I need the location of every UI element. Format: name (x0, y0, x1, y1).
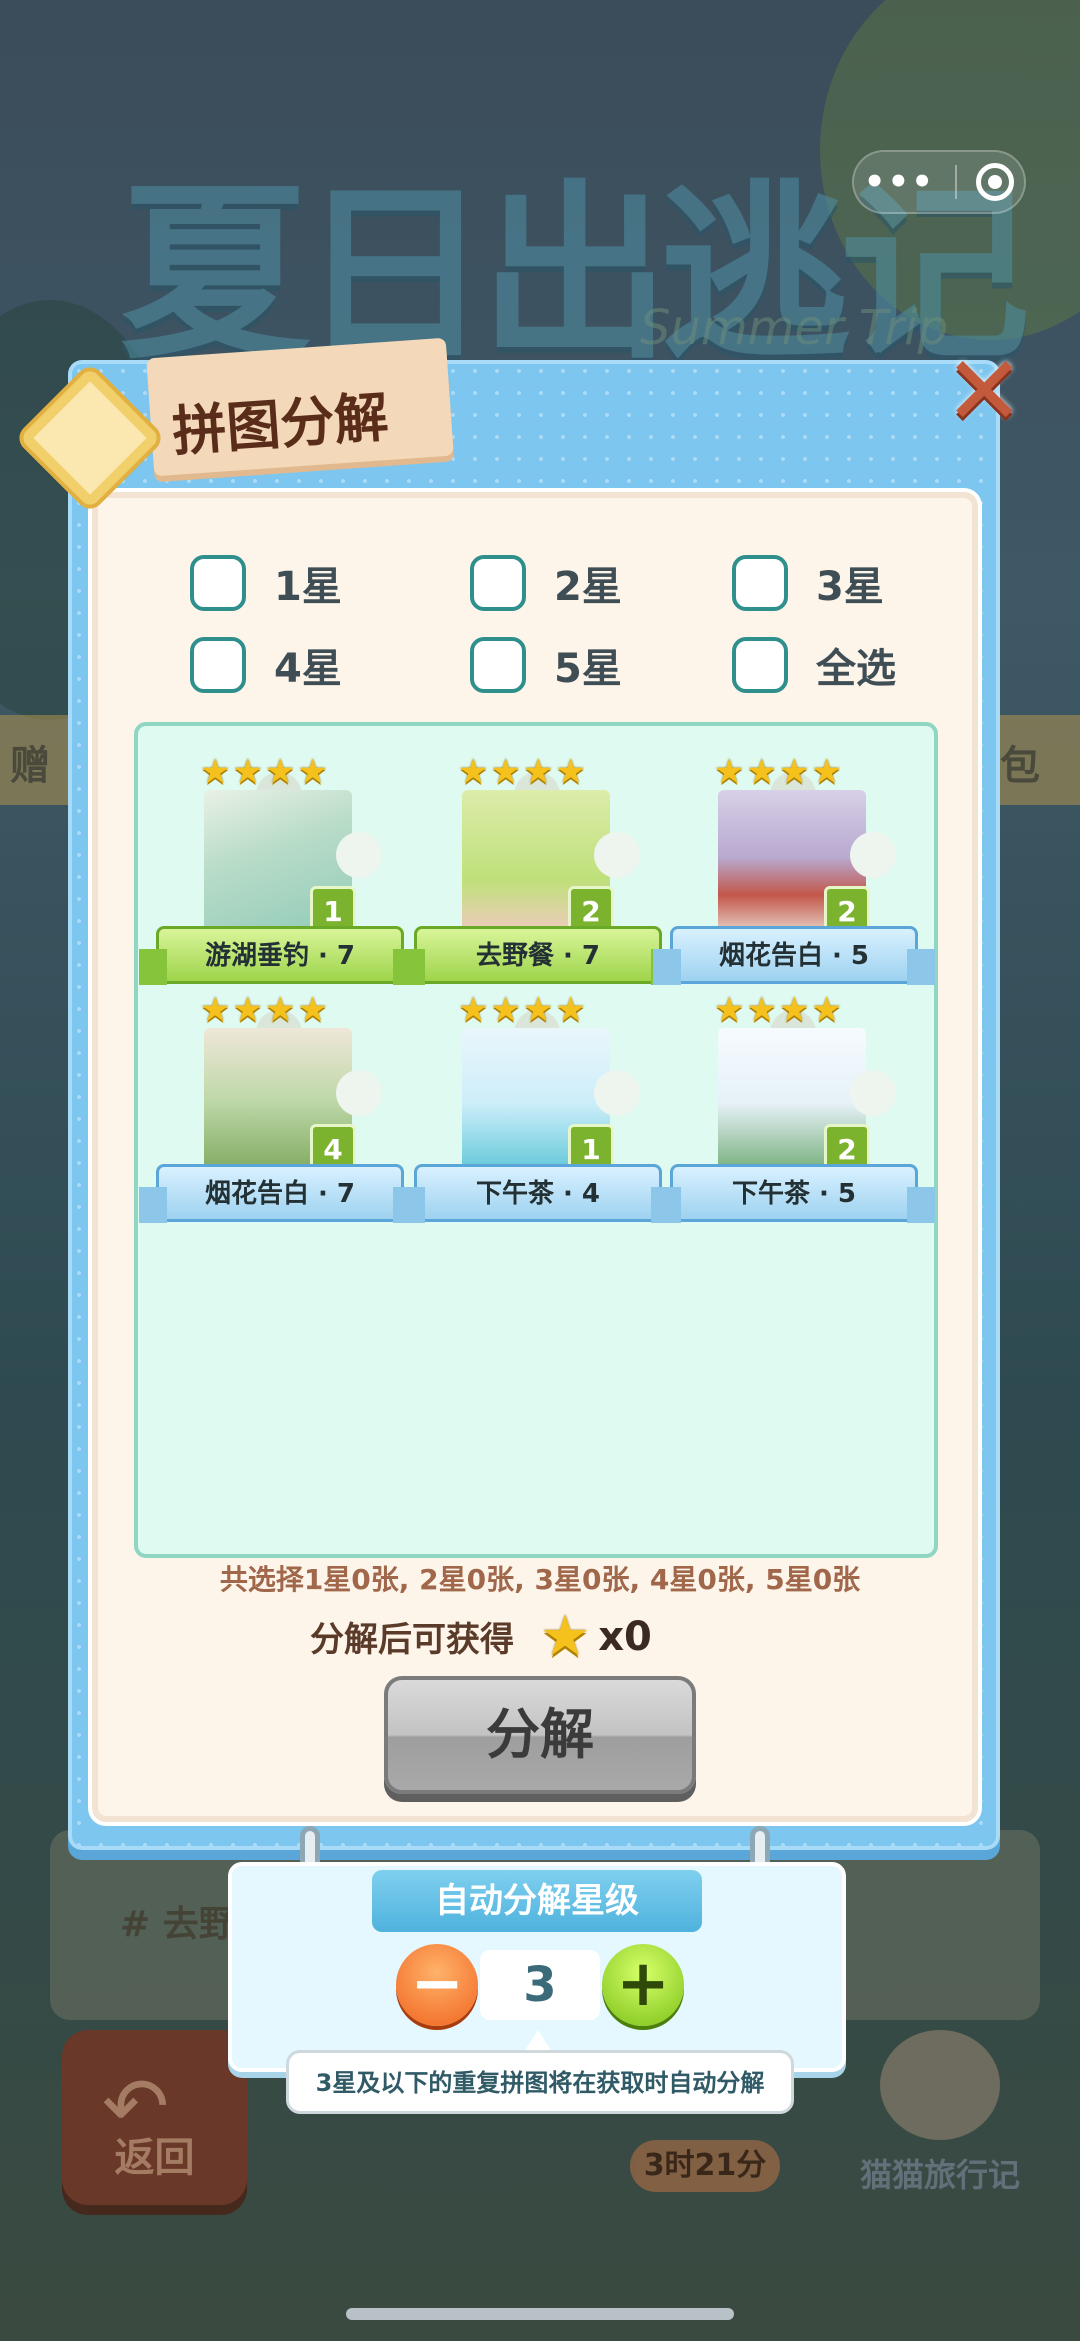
cat-travel-label: 猫猫旅行记 (860, 2156, 1021, 2194)
puzzle-card[interactable]: ★ ★ ★ ★ 2 烟花告白 · 5 (653, 752, 935, 1002)
checkbox[interactable] (732, 637, 788, 693)
filter-label: 5星 (554, 646, 622, 692)
star-icon: ★ (746, 990, 777, 1030)
filter-select-all[interactable]: 全选 (732, 634, 896, 696)
puzzle-card[interactable]: ★ ★ ★ ★ 2 去野餐 · 7 (397, 752, 679, 1002)
filter-label: 1星 (274, 564, 342, 610)
star-icon: ★ (264, 752, 296, 792)
game-subtitle-logo: Summer Trip (640, 300, 949, 356)
auto-decompose-hint: 3星及以下的重复拼图将在获取时自动分解 (286, 2050, 794, 2114)
puzzle-name-ribbon: 下午茶 · 4 (397, 1164, 679, 1223)
increase-level-button[interactable]: + (602, 1944, 684, 2026)
star-icon: ★ (297, 752, 328, 792)
star-icon: ★ (490, 752, 521, 792)
puzzle-name-ribbon: 去野餐 · 7 (397, 926, 679, 985)
dialog-title: 拼图分解 (170, 385, 391, 464)
star-icon: ★ (490, 990, 521, 1030)
star-icon: ★ (540, 1604, 591, 1669)
star-rating: ★ ★ ★ ★ (458, 990, 586, 1030)
star-icon: ★ (714, 990, 745, 1030)
puzzle-knob (594, 1070, 640, 1116)
return-button: ↶ 返回 (62, 2030, 247, 2205)
star-rating: ★ ★ ★ ★ (714, 990, 842, 1030)
star-icon: ★ (811, 990, 842, 1030)
star-icon: ★ (458, 752, 489, 792)
checkbox[interactable] (190, 637, 246, 693)
reward-label: 分解后可获得 (310, 1620, 514, 1660)
checkbox[interactable] (470, 637, 526, 693)
pack-tab: 包 (990, 715, 1080, 805)
star-icon: ★ (522, 752, 554, 792)
star-icon: ★ (555, 990, 586, 1030)
puzzle-card[interactable]: ★ ★ ★ ★ 2 下午茶 · 5 (653, 990, 935, 1240)
filter-label: 全选 (816, 646, 896, 692)
close-miniprogram-icon[interactable] (976, 163, 1015, 201)
star-icon: ★ (264, 990, 296, 1030)
puzzle-knob (336, 1070, 382, 1116)
star-icon: ★ (555, 752, 586, 792)
puzzle-name-ribbon: 游湖垂钓 · 7 (139, 926, 421, 985)
star-icon: ★ (232, 752, 263, 792)
selection-summary: 共选择1星0张, 2星0张, 3星0张, 4星0张, 5星0张 (219, 1563, 861, 1596)
tooltip-pointer (524, 2030, 552, 2052)
puzzle-knob (850, 832, 896, 878)
puzzle-name-ribbon: 下午茶 · 5 (653, 1164, 935, 1223)
capsule-divider (954, 165, 957, 199)
filter-label: 4星 (274, 646, 342, 692)
star-icon: ★ (522, 990, 554, 1030)
puzzle-card[interactable]: ★ ★ ★ ★ 1 下午茶 · 4 (397, 990, 679, 1240)
reward-row: 分解后可获得 ★ x0 (310, 1604, 652, 1669)
filter-label: 3星 (816, 564, 884, 610)
star-icon: ★ (458, 990, 489, 1030)
checkbox[interactable] (470, 555, 526, 611)
return-label: 返回 (114, 2135, 195, 2181)
checkbox[interactable] (732, 555, 788, 611)
star-icon: ★ (746, 752, 777, 792)
filter-3-star[interactable]: 3星 (732, 552, 884, 614)
star-icon: ★ (811, 752, 842, 792)
timer-badge: 3时21分 (630, 2140, 780, 2192)
star-icon: ★ (200, 752, 231, 792)
home-indicator[interactable] (346, 2308, 734, 2320)
puzzle-name-ribbon: 烟花告白 · 5 (653, 926, 935, 985)
puzzle-knob (336, 832, 382, 878)
more-options-button[interactable]: ••• (864, 162, 935, 202)
filter-label: 2星 (554, 564, 622, 610)
checkbox[interactable] (190, 555, 246, 611)
star-rating: ★ ★ ★ ★ (200, 752, 328, 792)
close-button[interactable]: ✕ (944, 343, 1024, 439)
reward-amount: x0 (598, 1613, 652, 1660)
star-icon: ★ (778, 990, 810, 1030)
pack-tab-label: 包 (1000, 743, 1040, 789)
star-level-value: 3 (480, 1950, 600, 2020)
filter-4-star[interactable]: 4星 (190, 634, 342, 696)
star-rating: ★ ★ ★ ★ (200, 990, 328, 1030)
puzzle-card[interactable]: ★ ★ ★ ★ 4 烟花告白 · 7 (139, 990, 421, 1240)
star-icon: ★ (714, 752, 745, 792)
star-icon: ★ (232, 990, 263, 1030)
star-rating: ★ ★ ★ ★ (458, 752, 586, 792)
star-icon: ★ (200, 990, 231, 1030)
decrease-level-button[interactable]: − (396, 1944, 478, 2026)
miniprogram-capsule: ••• (852, 150, 1026, 214)
filter-2-star[interactable]: 2星 (470, 552, 622, 614)
star-rating: ★ ★ ★ ★ (714, 752, 842, 792)
puzzle-card[interactable]: ★ ★ ★ ★ 1 游湖垂钓 · 7 (139, 752, 421, 1002)
star-icon: ★ (297, 990, 328, 1030)
puzzle-name-ribbon: 烟花告白 · 7 (139, 1164, 421, 1223)
puzzle-knob (594, 832, 640, 878)
auto-decompose-title: 自动分解星级 (372, 1870, 702, 1932)
decompose-button[interactable]: 分解 (384, 1676, 696, 1794)
star-icon: ★ (778, 752, 810, 792)
background-card-text: # 去野 (120, 1904, 235, 1945)
filter-1-star[interactable]: 1星 (190, 552, 342, 614)
filter-5-star[interactable]: 5星 (470, 634, 622, 696)
puzzle-knob (850, 1070, 896, 1116)
cat-avatar (880, 2030, 1000, 2140)
